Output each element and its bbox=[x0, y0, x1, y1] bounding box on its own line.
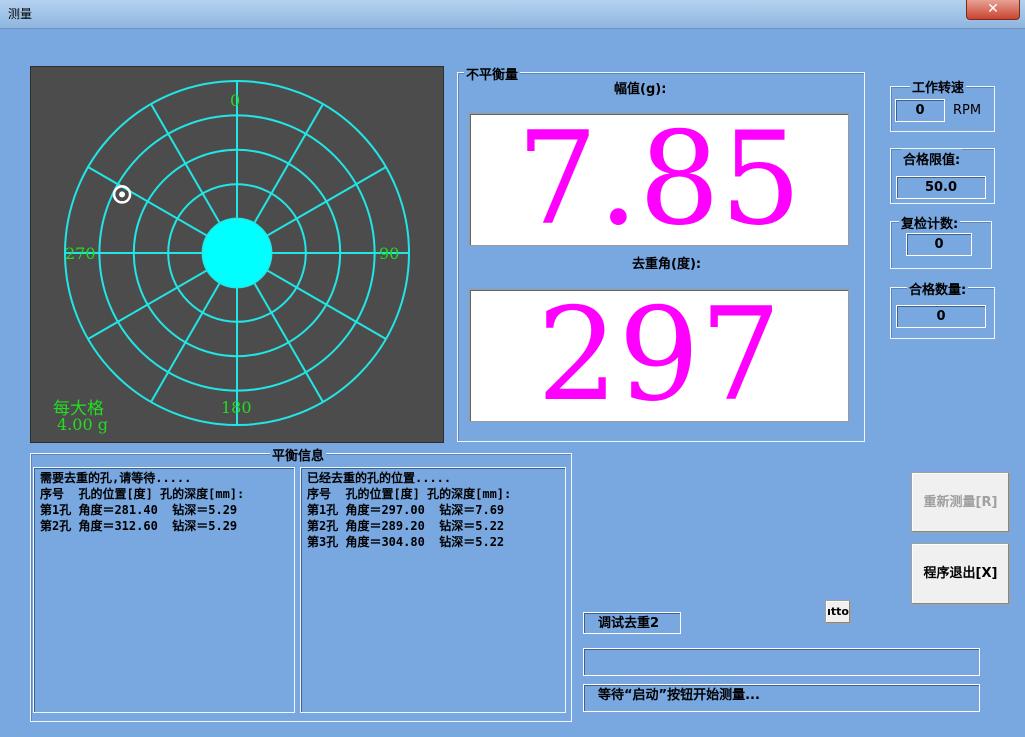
amplitude-display: 7.85 bbox=[469, 113, 849, 246]
grid-spoke bbox=[150, 103, 221, 225]
unbalance-marker-dot bbox=[119, 191, 126, 198]
scale-value: 4.00 g bbox=[57, 415, 108, 434]
balance-info-title: 平衡信息 bbox=[270, 445, 327, 464]
grid-spoke bbox=[150, 281, 221, 403]
angle-label-180: 180 bbox=[221, 398, 252, 417]
polar-plot: 0 90 180 270 每大格 4.00 g bbox=[30, 66, 444, 443]
limit-value: 50.0 bbox=[896, 176, 986, 199]
pass-value: 0 bbox=[896, 305, 986, 328]
amplitude-label: 幅值(g): bbox=[614, 82, 667, 97]
grid-spoke bbox=[253, 281, 324, 403]
remeasure-button[interactable]: 重新测量[R] bbox=[911, 472, 1010, 533]
exit-button[interactable]: 程序退出[X] bbox=[911, 543, 1010, 605]
grid-spoke bbox=[87, 166, 209, 237]
grid-spoke bbox=[265, 166, 387, 237]
grid-spoke bbox=[253, 103, 324, 225]
speed-unit: RPM bbox=[953, 103, 982, 118]
grid-spoke bbox=[265, 269, 387, 340]
title-bar: 测量 ✕ bbox=[0, 0, 1025, 29]
done-holes-list[interactable]: 已经去重的孔的位置..... 序号 孔的位置[度] 孔的深度[mm]: 第1孔 … bbox=[300, 467, 566, 713]
status-line-1 bbox=[583, 648, 980, 676]
close-button[interactable]: ✕ bbox=[966, 0, 1020, 20]
pending-holes-list[interactable]: 需要去重的孔,请等待..... 序号 孔的位置[度] 孔的深度[mm]: 第1孔… bbox=[33, 467, 295, 713]
recheck-value: 0 bbox=[906, 233, 972, 256]
limit-title: 合格限值: bbox=[901, 149, 963, 168]
angle-label-0: 0 bbox=[230, 91, 241, 110]
unbalance-group-title: 不平衡量 bbox=[464, 64, 521, 83]
pass-title: 合格数量: bbox=[907, 279, 969, 298]
speed-title: 工作转速 bbox=[910, 77, 967, 96]
window-title: 测量 bbox=[8, 7, 33, 21]
angle-label: 去重角(度): bbox=[632, 257, 702, 272]
angle-label-90: 90 bbox=[379, 244, 400, 263]
center-disc bbox=[203, 219, 271, 287]
angle-display: 297 bbox=[469, 289, 849, 422]
angle-label-270: 270 bbox=[65, 244, 96, 263]
status-message: 等待“启动”按钮开始测量... bbox=[583, 684, 980, 712]
auto-button[interactable]: ıtto bbox=[825, 600, 851, 624]
recheck-title: 复检计数: bbox=[899, 213, 961, 232]
speed-value: 0 bbox=[895, 99, 945, 122]
grid-spoke bbox=[87, 269, 209, 340]
debug-label: 调试去重2 bbox=[583, 612, 681, 634]
